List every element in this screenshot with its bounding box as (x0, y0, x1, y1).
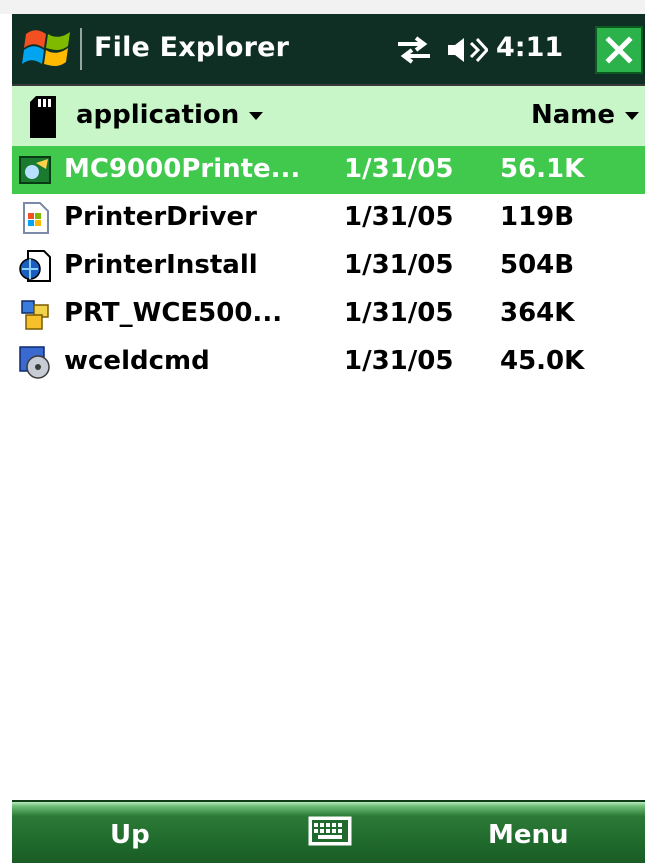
sd-card-icon (30, 96, 56, 138)
shortcut-windows-icon (23, 202, 49, 234)
clock[interactable]: 4:11 (496, 32, 563, 63)
file-explorer-screen: File Explorer 4:11 application Name MC90… (0, 0, 645, 863)
menu-softkey[interactable]: Menu (488, 820, 569, 850)
top-margin (0, 0, 645, 14)
title-bar: File Explorer 4:11 (12, 14, 645, 86)
connectivity-arrows-icon[interactable] (394, 34, 434, 66)
file-name: PrinterDriver (64, 202, 257, 232)
file-size: 504B (500, 250, 575, 280)
file-name: PrinterInstall (64, 250, 258, 280)
file-size: 364K (500, 298, 575, 328)
program-disk-icon (19, 346, 50, 379)
sort-name: Name (530, 100, 615, 130)
speaker-volume-icon[interactable] (444, 34, 488, 66)
file-row[interactable]: PRT_WCE500... 1/31/05 364K (12, 290, 645, 338)
chevron-down-icon (249, 111, 264, 120)
file-row[interactable]: wceldcmd 1/31/05 45.0K (12, 338, 645, 386)
file-date: 1/31/05 (344, 154, 454, 184)
file-name: wceldcmd (64, 346, 210, 376)
script-globe-icon (19, 250, 51, 282)
file-date: 1/31/05 (344, 250, 454, 280)
file-size: 45.0K (500, 346, 585, 376)
file-row[interactable]: MC9000Printe... 1/31/05 56.1K (12, 146, 645, 194)
file-date: 1/31/05 (344, 298, 454, 328)
app-title: File Explorer (94, 32, 290, 63)
file-size: 119B (500, 202, 575, 232)
folder-name: application (76, 100, 240, 130)
file-row[interactable]: PrinterDriver 1/31/05 119B (12, 194, 645, 242)
file-row[interactable]: PrinterInstall 1/31/05 504B (12, 242, 645, 290)
windows-flag-icon[interactable] (18, 22, 76, 76)
cab-package-icon (21, 300, 49, 330)
file-name: PRT_WCE500... (64, 298, 283, 328)
close-x-icon (605, 36, 633, 64)
folder-dropdown[interactable]: application (76, 100, 264, 130)
file-name: MC9000Printe... (64, 154, 301, 184)
softkey-bar: Up Menu (12, 800, 645, 863)
title-separator (80, 28, 82, 70)
sort-dropdown[interactable]: Name (531, 100, 639, 130)
up-softkey[interactable]: Up (110, 820, 150, 850)
chevron-down-icon (625, 111, 639, 120)
file-list: MC9000Printe... 1/31/05 56.1K PrinterDri… (12, 146, 645, 386)
file-date: 1/31/05 (344, 202, 454, 232)
executable-icon (19, 156, 51, 184)
close-button[interactable] (595, 26, 643, 74)
path-bar: application Name (12, 86, 645, 148)
file-size: 56.1K (500, 154, 585, 184)
file-date: 1/31/05 (344, 346, 454, 376)
keyboard-icon[interactable] (308, 816, 352, 846)
